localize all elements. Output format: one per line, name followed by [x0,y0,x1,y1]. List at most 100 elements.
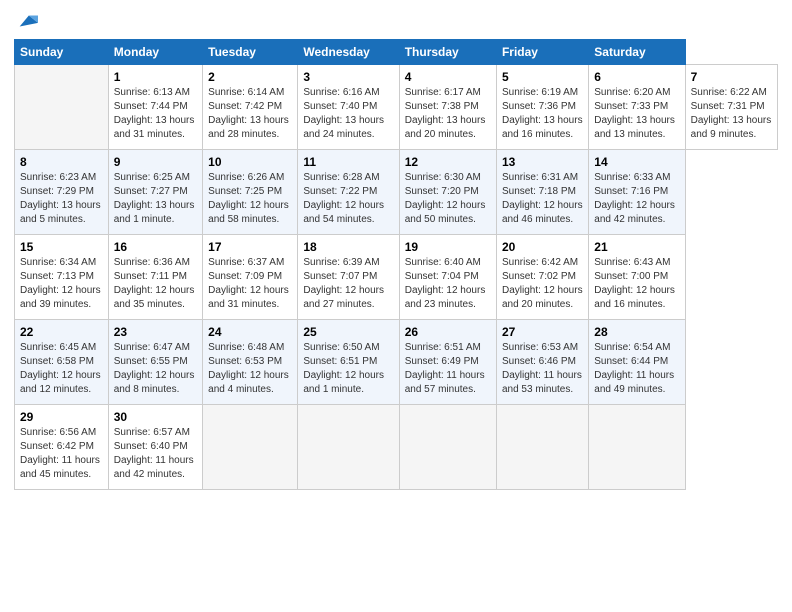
sunset: Sunset: 7:27 PM [114,186,188,197]
sunrise: Sunrise: 6:43 AM [594,257,670,268]
day-number: 4 [405,69,491,85]
day-number: 15 [20,239,103,255]
sunrise: Sunrise: 6:14 AM [208,87,284,98]
sunrise: Sunrise: 6:17 AM [405,87,481,98]
daylight: Daylight: 13 hours and 28 minutes. [208,115,289,140]
day-info: Sunrise: 6:13 AMSunset: 7:44 PMDaylight:… [114,86,197,142]
calendar-header-row: SundayMondayTuesdayWednesdayThursdayFrid… [15,39,778,64]
daylight: Daylight: 12 hours and 31 minutes. [208,285,289,310]
sunset: Sunset: 6:51 PM [303,356,377,367]
calendar-cell [298,404,399,489]
day-info: Sunrise: 6:51 AMSunset: 6:49 PMDaylight:… [405,341,491,397]
day-info: Sunrise: 6:56 AMSunset: 6:42 PMDaylight:… [20,426,103,482]
sunrise: Sunrise: 6:25 AM [114,172,190,183]
daylight: Daylight: 11 hours and 45 minutes. [20,455,100,480]
day-number: 29 [20,409,103,425]
day-info: Sunrise: 6:22 AMSunset: 7:31 PMDaylight:… [691,86,772,142]
day-info: Sunrise: 6:31 AMSunset: 7:18 PMDaylight:… [502,171,583,227]
daylight: Daylight: 12 hours and 39 minutes. [20,285,101,310]
sunrise: Sunrise: 6:31 AM [502,172,578,183]
calendar-cell: 30Sunrise: 6:57 AMSunset: 6:40 PMDayligh… [108,404,202,489]
sunrise: Sunrise: 6:50 AM [303,342,379,353]
daylight: Daylight: 13 hours and 24 minutes. [303,115,384,140]
day-of-week-tuesday: Tuesday [203,39,298,64]
daylight: Daylight: 12 hours and 16 minutes. [594,285,675,310]
sunset: Sunset: 7:02 PM [502,271,576,282]
day-number: 3 [303,69,393,85]
calendar-cell: 2Sunrise: 6:14 AMSunset: 7:42 PMDaylight… [203,64,298,149]
day-number: 21 [594,239,679,255]
sunset: Sunset: 7:22 PM [303,186,377,197]
daylight: Daylight: 12 hours and 20 minutes. [502,285,583,310]
daylight: Daylight: 12 hours and 46 minutes. [502,200,583,225]
calendar-cell [399,404,496,489]
calendar-week-4: 22Sunrise: 6:45 AMSunset: 6:58 PMDayligh… [15,319,778,404]
sunset: Sunset: 7:44 PM [114,101,188,112]
daylight: Daylight: 12 hours and 1 minute. [303,370,384,395]
calendar-cell: 16Sunrise: 6:36 AMSunset: 7:11 PMDayligh… [108,234,202,319]
day-number: 25 [303,324,393,340]
daylight: Daylight: 12 hours and 50 minutes. [405,200,486,225]
sunrise: Sunrise: 6:42 AM [502,257,578,268]
sunset: Sunset: 7:16 PM [594,186,668,197]
calendar-week-1: 1Sunrise: 6:13 AMSunset: 7:44 PMDaylight… [15,64,778,149]
sunset: Sunset: 7:36 PM [502,101,576,112]
day-of-week-monday: Monday [108,39,202,64]
day-info: Sunrise: 6:19 AMSunset: 7:36 PMDaylight:… [502,86,583,142]
day-number: 12 [405,154,491,170]
day-info: Sunrise: 6:28 AMSunset: 7:22 PMDaylight:… [303,171,393,227]
sunrise: Sunrise: 6:36 AM [114,257,190,268]
day-of-week-saturday: Saturday [589,39,685,64]
daylight: Daylight: 13 hours and 20 minutes. [405,115,486,140]
sunrise: Sunrise: 6:47 AM [114,342,190,353]
sunrise: Sunrise: 6:26 AM [208,172,284,183]
sunset: Sunset: 6:55 PM [114,356,188,367]
daylight: Daylight: 13 hours and 13 minutes. [594,115,675,140]
day-number: 14 [594,154,679,170]
calendar-cell: 6Sunrise: 6:20 AMSunset: 7:33 PMDaylight… [589,64,685,149]
day-info: Sunrise: 6:50 AM Sunset: 6:51 PM Daylight:… [303,341,393,397]
sunset: Sunset: 7:42 PM [208,101,282,112]
sunrise: Sunrise: 6:22 AM [691,87,767,98]
calendar-cell: 8Sunrise: 6:23 AMSunset: 7:29 PMDaylight… [15,149,109,234]
sunrise: Sunrise: 6:45 AM [20,342,96,353]
calendar-cell [15,64,109,149]
daylight: Daylight: 12 hours and 4 minutes. [208,370,289,395]
daylight: Daylight: 12 hours and 23 minutes. [405,285,486,310]
daylight: Daylight: 11 hours and 57 minutes. [405,370,485,395]
sunrise: Sunrise: 6:16 AM [303,87,379,98]
calendar-cell: 28Sunrise: 6:54 AMSunset: 6:44 PMDayligh… [589,319,685,404]
day-of-week-wednesday: Wednesday [298,39,399,64]
calendar-week-2: 8Sunrise: 6:23 AMSunset: 7:29 PMDaylight… [15,149,778,234]
sunset: Sunset: 6:49 PM [405,356,479,367]
calendar-cell: 27Sunrise: 6:53 AMSunset: 6:46 PMDayligh… [496,319,588,404]
calendar-table: SundayMondayTuesdayWednesdayThursdayFrid… [14,39,778,490]
calendar-week-3: 15Sunrise: 6:34 AMSunset: 7:13 PMDayligh… [15,234,778,319]
sunrise: Sunrise: 6:54 AM [594,342,670,353]
calendar-cell: 1Sunrise: 6:13 AMSunset: 7:44 PMDaylight… [108,64,202,149]
sunset: Sunset: 7:11 PM [114,271,187,282]
day-of-week-thursday: Thursday [399,39,496,64]
calendar-cell: 23Sunrise: 6:47 AMSunset: 6:55 PMDayligh… [108,319,202,404]
day-number: 18 [303,239,393,255]
calendar-cell: 14Sunrise: 6:33 AMSunset: 7:16 PMDayligh… [589,149,685,234]
calendar-cell: 29Sunrise: 6:56 AMSunset: 6:42 PMDayligh… [15,404,109,489]
day-info: Sunrise: 6:45 AMSunset: 6:58 PMDaylight:… [20,341,103,397]
calendar-cell: 15Sunrise: 6:34 AMSunset: 7:13 PMDayligh… [15,234,109,319]
day-info: Sunrise: 6:47 AMSunset: 6:55 PMDaylight:… [114,341,197,397]
daylight: Daylight: 13 hours and 1 minute. [114,200,195,225]
page: SundayMondayTuesdayWednesdayThursdayFrid… [0,0,792,500]
daylight: Daylight: 11 hours and 53 minutes. [502,370,582,395]
day-info: Sunrise: 6:14 AM Sunset: 7:42 PM Daylight:… [208,86,292,142]
day-number: 8 [20,154,103,170]
sunrise: Sunrise: 6:23 AM [20,172,96,183]
calendar-cell [589,404,685,489]
day-of-week-friday: Friday [496,39,588,64]
sunset: Sunset: 7:31 PM [691,101,765,112]
day-info: Sunrise: 6:57 AMSunset: 6:40 PMDaylight:… [114,426,197,482]
day-info: Sunrise: 6:54 AMSunset: 6:44 PMDaylight:… [594,341,679,397]
day-number: 10 [208,154,292,170]
daylight: Daylight: 11 hours and 49 minutes. [594,370,674,395]
day-number: 30 [114,409,197,425]
sunrise: Sunrise: 6:13 AM [114,87,190,98]
